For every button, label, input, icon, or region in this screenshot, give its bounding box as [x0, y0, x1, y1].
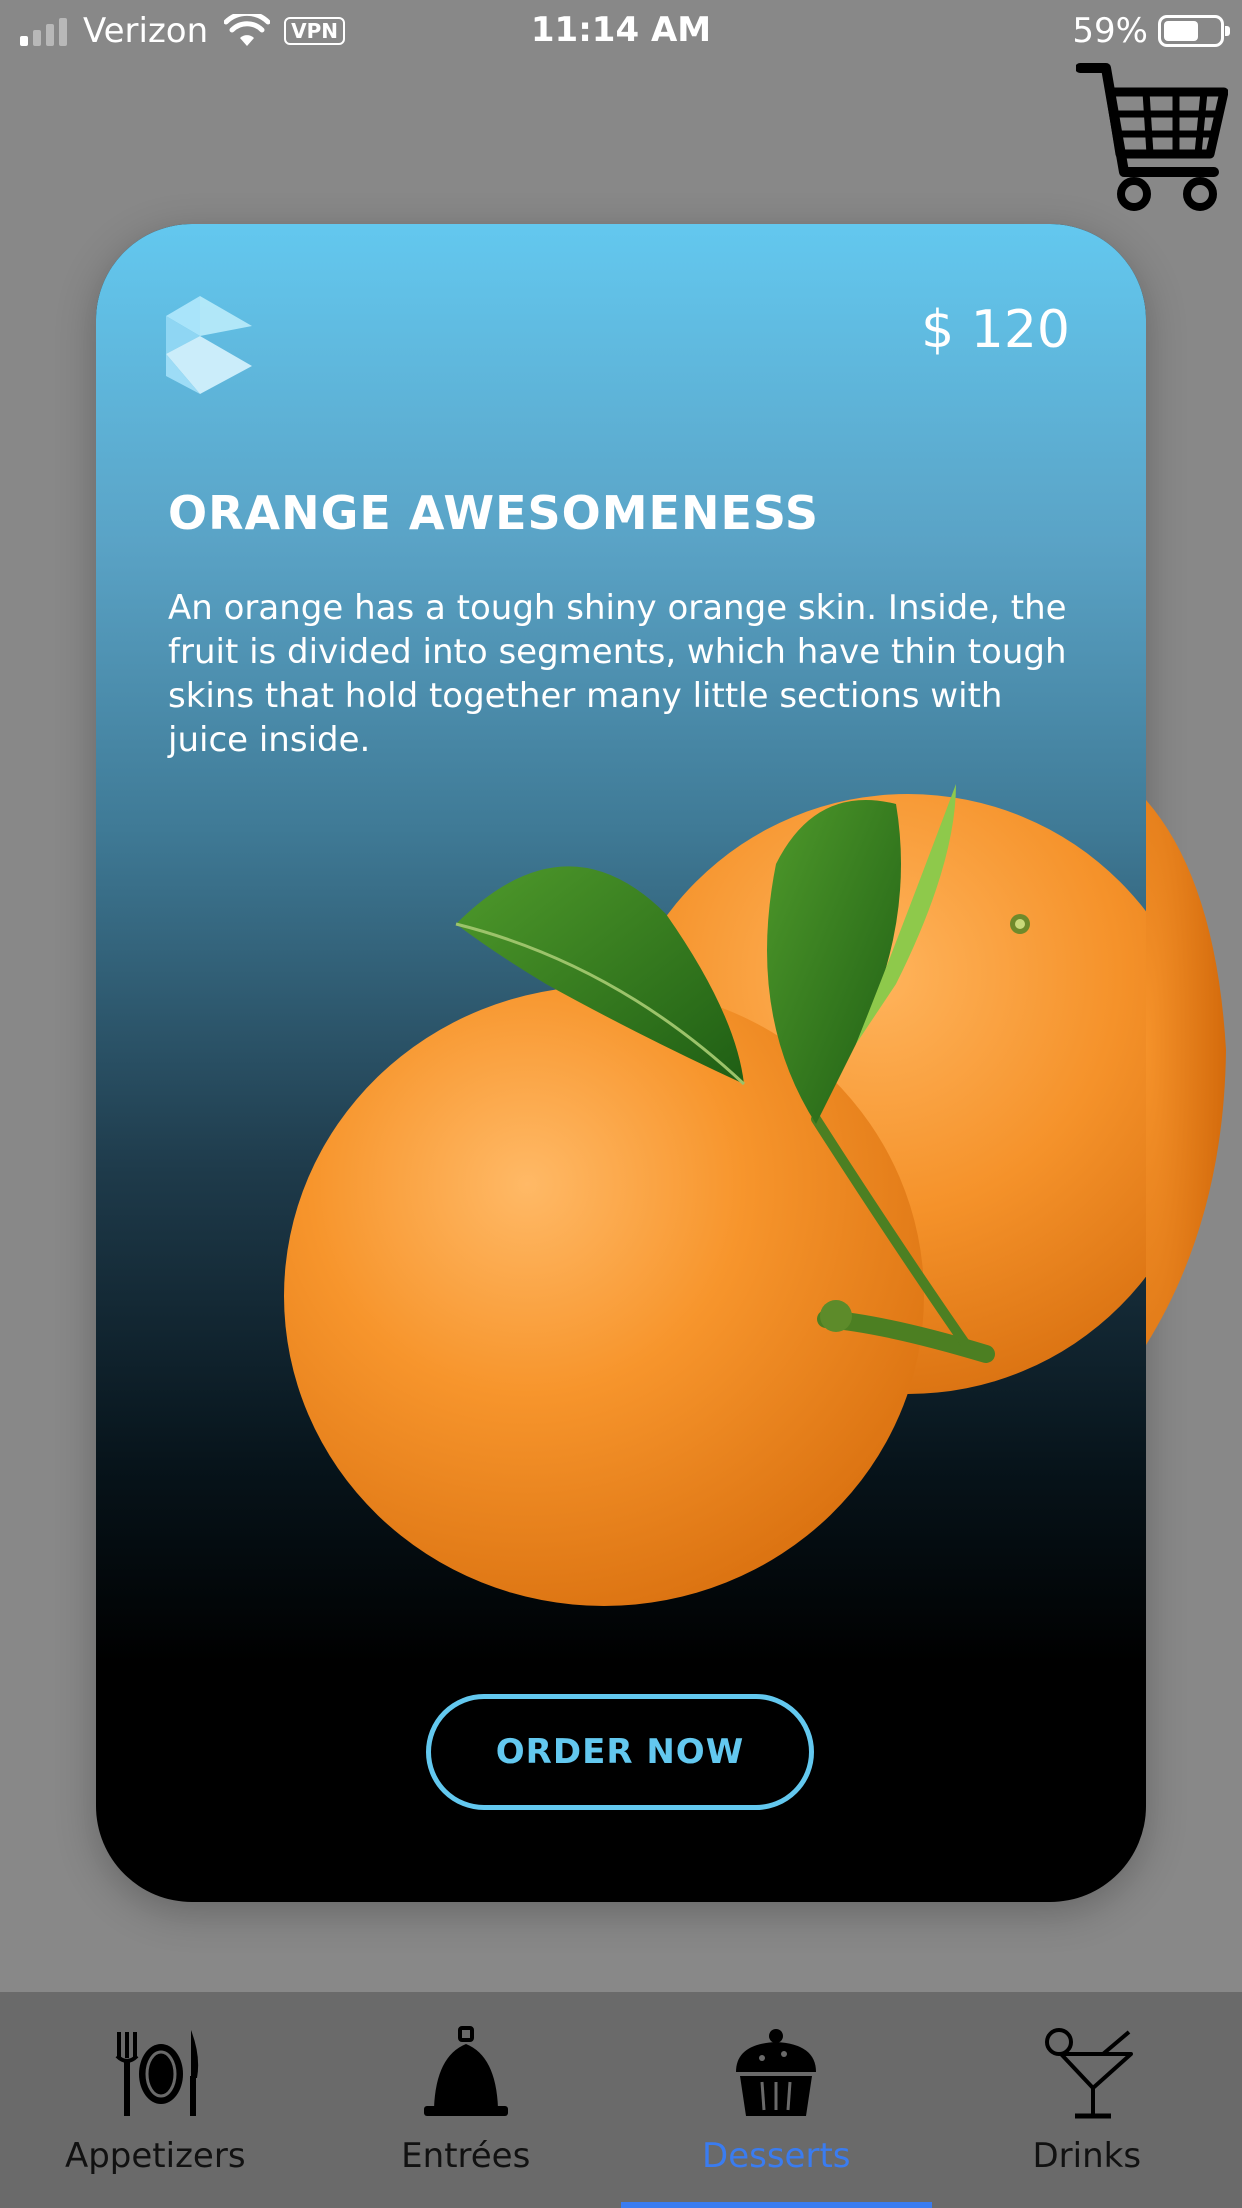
- tab-label-entrees: Entrées: [401, 2136, 531, 2176]
- tab-appetizers[interactable]: Appetizers: [0, 1992, 311, 2208]
- tab-label-drinks: Drinks: [1032, 2136, 1142, 2176]
- status-time: 11:14 AM: [530, 10, 712, 50]
- order-now-button[interactable]: ORDER NOW: [426, 1694, 814, 1810]
- tab-drinks[interactable]: Drinks: [932, 1992, 1242, 2208]
- orange-overflow-image: [1146, 800, 1226, 1345]
- tab-entrees[interactable]: Entrées: [311, 1992, 622, 2208]
- tab-label-appetizers: Appetizers: [64, 2136, 246, 2176]
- shopping-cart-icon[interactable]: [1076, 62, 1228, 212]
- active-tab-indicator: [621, 2202, 932, 2208]
- battery-icon: [1158, 15, 1230, 47]
- status-bar: Verizon VPN 11:14 AM 59%: [0, 0, 1242, 62]
- cloche-icon: [423, 2026, 508, 2116]
- cocktail-icon: [1044, 2028, 1133, 2119]
- cupcake-icon: [736, 2029, 817, 2116]
- tab-desserts[interactable]: Desserts: [621, 1992, 932, 2208]
- battery-percent: 59%: [1072, 11, 1148, 51]
- status-bar-right: 59%: [1072, 11, 1230, 51]
- product-image: [284, 784, 1146, 1606]
- plate-cutlery-icon: [115, 2030, 199, 2116]
- tab-label-desserts: Desserts: [702, 2136, 851, 2176]
- tab-bar: Appetizers Entrées Desserts Drinks: [0, 1992, 1242, 2208]
- product-card: $ 120 ORANGE AWESOMENESS An orange has a…: [96, 224, 1146, 1902]
